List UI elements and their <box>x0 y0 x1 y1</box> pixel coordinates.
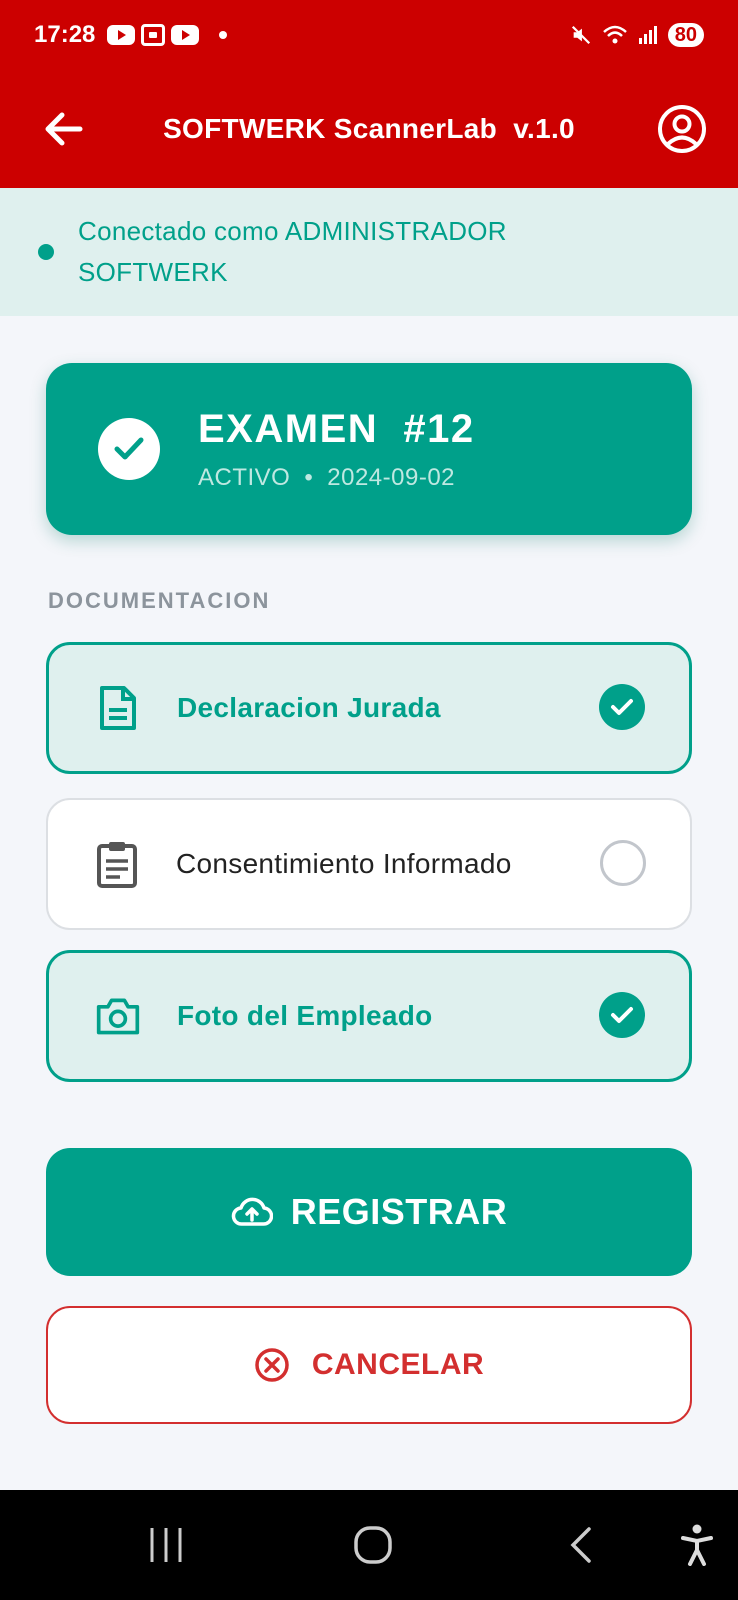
status-time: 17:28 <box>34 21 96 48</box>
document-icon <box>95 683 141 733</box>
register-button-label: REGISTRAR <box>290 1191 508 1232</box>
home-icon <box>354 1526 392 1564</box>
app-bar: SOFTWERK ScannerLab v.1.0 <box>0 70 738 188</box>
completed-check-icon <box>599 684 647 732</box>
youtube-icon <box>107 25 136 45</box>
system-nav-bar <box>0 1490 738 1600</box>
exam-card: EXAMEN #12 ACTIVO • 2024-09-02 <box>46 363 692 535</box>
doc-item-label: Foto del Empleado <box>177 1000 433 1031</box>
cancel-circle-icon <box>255 1348 289 1382</box>
pending-circle-icon <box>600 840 648 888</box>
connection-status-dot <box>38 244 54 260</box>
doc-item-label: Consentimiento Informado <box>176 848 512 879</box>
exam-subtitle: ACTIVO • 2024-09-02 <box>198 464 475 492</box>
doc-item-consentimiento-informado[interactable]: Consentimiento Informado <box>46 798 692 930</box>
cancel-button[interactable]: CANCELAR <box>46 1306 692 1424</box>
doc-item-declaracion-jurada[interactable]: Declaracion Jurada <box>46 642 692 774</box>
arrow-left-icon <box>45 112 83 146</box>
accessibility-icon <box>681 1524 713 1566</box>
battery-indicator: 80 <box>667 23 704 47</box>
accessibility-button[interactable] <box>676 1520 718 1570</box>
doc-item-label: Declaracion Jurada <box>177 692 441 723</box>
mute-icon <box>571 25 590 45</box>
cloud-upload-icon <box>231 1197 273 1226</box>
back-button[interactable] <box>40 105 88 153</box>
back-nav-button[interactable] <box>560 1520 600 1570</box>
cancel-button-label: CANCELAR <box>311 1348 485 1381</box>
clipboard-icon <box>94 839 140 889</box>
section-label-documentation: DOCUMENTACION <box>48 588 271 613</box>
exam-status: ACTIVO <box>198 463 291 491</box>
completed-check-icon <box>599 992 647 1040</box>
doc-item-foto-del-empleado[interactable]: Foto del Empleado <box>46 950 692 1082</box>
profile-button[interactable] <box>654 101 710 157</box>
check-icon <box>98 418 160 480</box>
account-circle-icon <box>658 105 706 153</box>
recent-apps-icon <box>150 1528 182 1562</box>
connection-banner: Conectado como ADMINISTRADOR SOFTWERK <box>0 188 738 316</box>
wifi-icon <box>602 25 627 44</box>
home-button[interactable] <box>350 1520 396 1570</box>
notification-dot-icon <box>219 31 228 39</box>
register-button[interactable]: REGISTRAR <box>46 1148 692 1276</box>
exam-date: 2024-09-02 <box>327 463 456 491</box>
app-title: SOFTWERK ScannerLab v.1.0 <box>163 113 575 144</box>
status-bar: 17:28 80 <box>0 0 738 70</box>
screenshot-icon <box>141 24 166 46</box>
exam-separator: • <box>304 463 314 491</box>
signal-icon <box>638 26 657 44</box>
exam-title: EXAMEN #12 <box>198 406 475 451</box>
camera-icon <box>95 991 141 1041</box>
youtube-icon <box>171 25 200 45</box>
connection-text: Conectado como ADMINISTRADOR SOFTWERK <box>78 216 507 287</box>
chevron-left-icon <box>570 1527 591 1563</box>
recent-apps-button[interactable] <box>146 1520 186 1570</box>
